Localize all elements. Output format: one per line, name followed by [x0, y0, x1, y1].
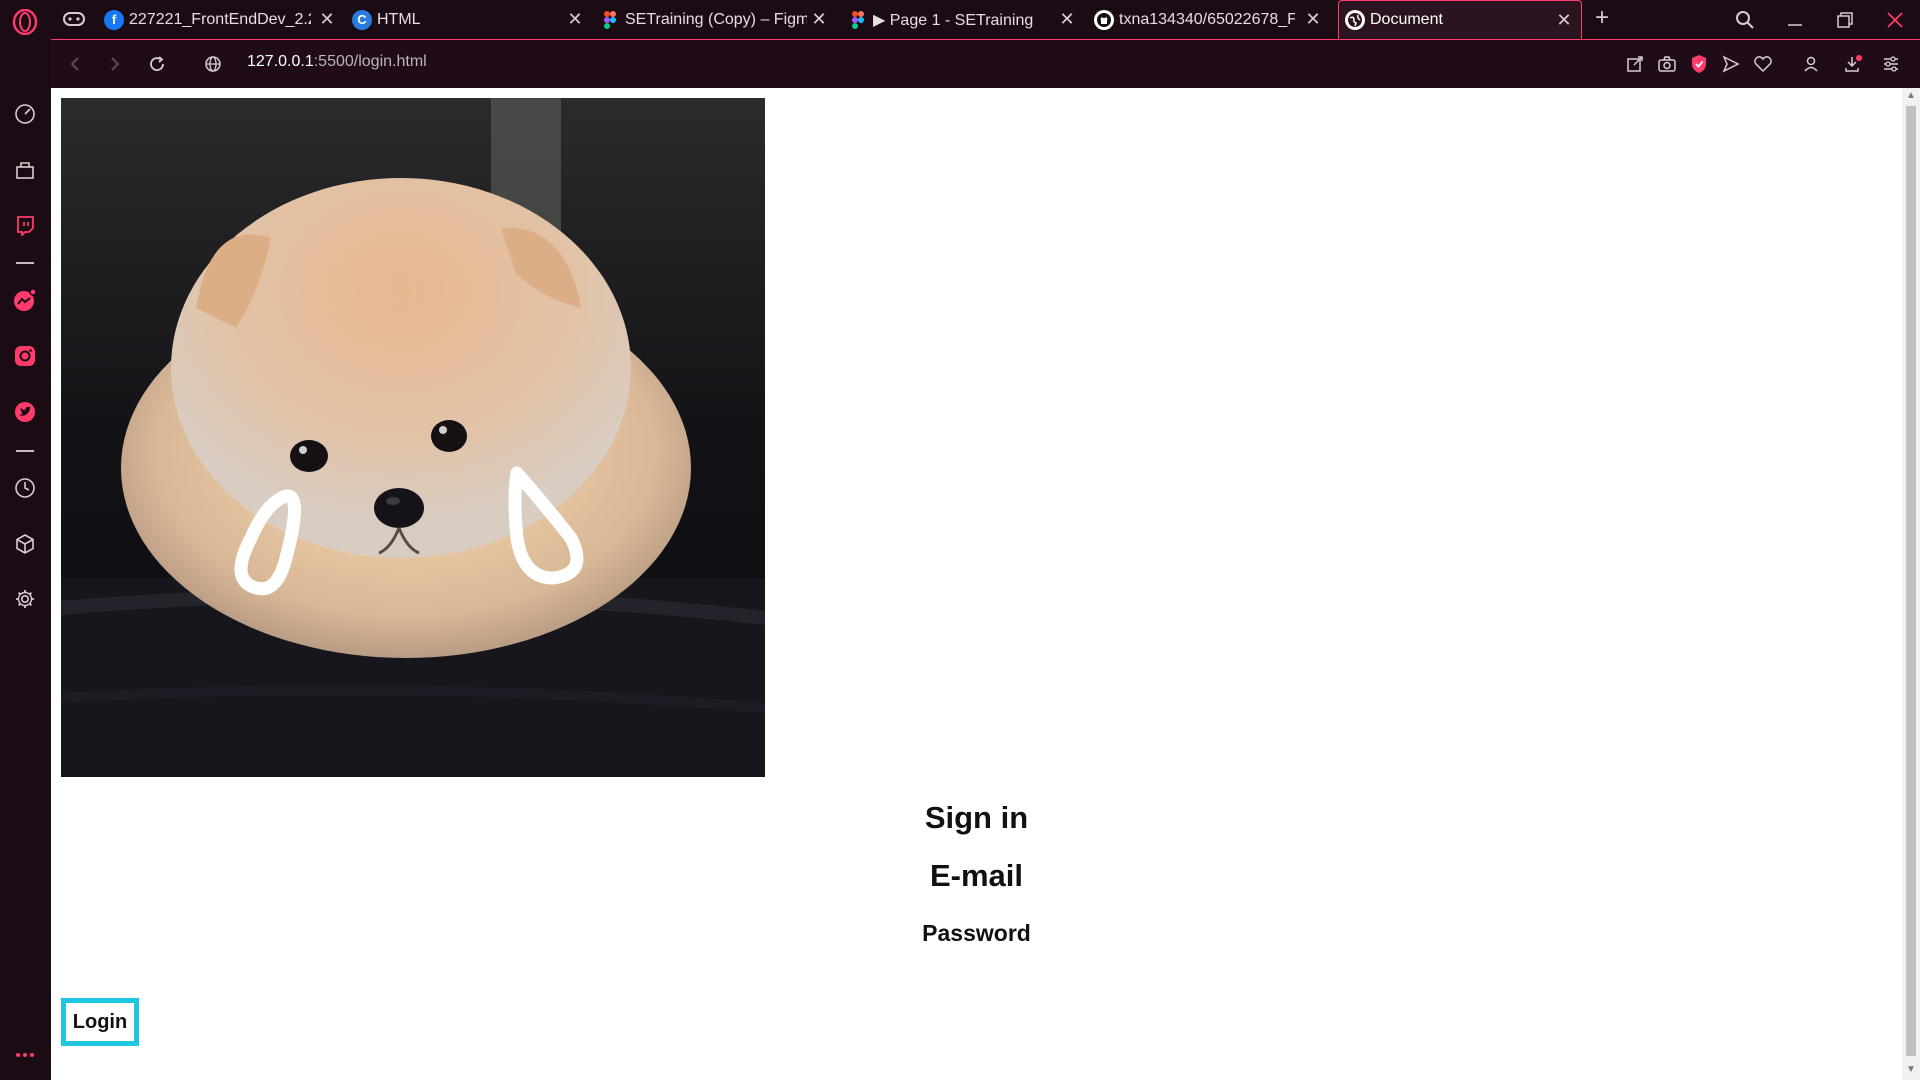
new-tab-icon[interactable]: + [1588, 4, 1616, 32]
sidebar-divider [16, 450, 34, 452]
easy-setup-menu-icon[interactable] [1879, 52, 1903, 76]
tab-title: 227221_FrontEndDev_2.25 [129, 10, 311, 28]
tab-figma-page[interactable]: ▶ Page 1 - SETraining (Cop ✕ [848, 0, 1084, 39]
restore-icon[interactable] [1828, 6, 1862, 34]
scroll-down-icon[interactable]: ▼ [1905, 1064, 1917, 1076]
scroll-up-icon[interactable]: ▲ [1905, 90, 1917, 102]
tab-title: Document [1370, 11, 1443, 28]
url-host: 127.0.0.1 [247, 53, 314, 70]
close-tab-icon[interactable]: ✕ [318, 10, 336, 28]
messenger-icon[interactable] [12, 288, 38, 314]
figma-icon [600, 10, 620, 30]
send-icon[interactable] [1719, 52, 1743, 76]
extensions-cube-icon[interactable] [12, 531, 38, 557]
back-icon[interactable] [63, 52, 87, 76]
gx-corner-icon[interactable] [12, 157, 38, 183]
snapshot-icon[interactable] [1655, 52, 1679, 76]
vpn-shield-icon[interactable] [1687, 52, 1711, 76]
easy-setup-icon[interactable] [1623, 52, 1647, 76]
tab-github[interactable]: txna134340/65022678_FN_ ✕ [1094, 0, 1330, 39]
reload-icon[interactable] [145, 52, 169, 76]
tab-facebook[interactable]: f 227221_FrontEndDev_2.25 ✕ [104, 0, 344, 39]
close-tab-icon[interactable]: ✕ [1058, 10, 1076, 28]
html-course-icon: C [352, 9, 372, 30]
minimize-icon[interactable] [1778, 6, 1812, 34]
address-bar: 127.0.0.1:5500/login.html [51, 39, 1920, 88]
more-icon[interactable] [12, 1042, 38, 1068]
close-window-icon[interactable] [1878, 6, 1912, 34]
password-heading: Password [922, 920, 1031, 946]
tab-title: txna134340/65022678_FN_ [1119, 10, 1295, 28]
sidebar [0, 39, 51, 1080]
globe-icon [1345, 10, 1365, 30]
tab-strip: f 227221_FrontEndDev_2.25 ✕ C HTML ✕ SET… [0, 0, 1920, 39]
heart-icon[interactable] [1751, 52, 1775, 76]
tab-title: ▶ Page 1 - SETraining (Cop [873, 11, 1035, 29]
close-tab-icon[interactable]: ✕ [1304, 10, 1322, 28]
sidebar-divider [16, 262, 34, 264]
instagram-icon[interactable] [12, 343, 38, 369]
email-heading: E-mail [929, 858, 1024, 893]
tab-title: SETraining (Copy) – Figma [625, 10, 807, 28]
forward-icon[interactable] [103, 52, 127, 76]
speed-dial-icon[interactable] [12, 101, 38, 127]
scrollbar-thumb[interactable] [1906, 106, 1916, 1056]
puppy-image [61, 98, 765, 777]
close-tab-icon[interactable]: ✕ [566, 10, 584, 28]
signin-heading: Sign in [924, 800, 1029, 835]
tab-document[interactable]: Document ✕ [1338, 0, 1582, 39]
history-icon[interactable] [12, 475, 38, 501]
downloads-icon[interactable] [1841, 52, 1865, 76]
close-tab-icon[interactable]: ✕ [810, 10, 828, 28]
settings-gear-icon[interactable] [12, 586, 38, 612]
tab-title: HTML [377, 10, 421, 28]
opera-menu-icon[interactable] [10, 7, 39, 36]
url-path: :5500/login.html [313, 53, 427, 70]
github-icon [1094, 9, 1114, 30]
login-button[interactable]: Login [61, 998, 139, 1046]
twitter-icon[interactable] [12, 399, 38, 425]
url-field[interactable]: 127.0.0.1:5500/login.html [247, 53, 427, 71]
tab-html[interactable]: C HTML ✕ [352, 0, 592, 39]
tab-figma-copy[interactable]: SETraining (Copy) – Figma ✕ [600, 0, 836, 39]
gx-control-icon[interactable] [62, 8, 86, 30]
site-info-icon[interactable] [201, 52, 225, 76]
page-viewport: Sign in E-mail Password Login [51, 88, 1902, 1080]
figma-icon [848, 10, 868, 30]
close-tab-icon[interactable]: ✕ [1555, 11, 1573, 29]
profile-icon[interactable] [1799, 52, 1823, 76]
search-tabs-icon[interactable] [1728, 6, 1762, 34]
twitch-icon[interactable] [12, 212, 38, 238]
facebook-icon: f [104, 9, 124, 30]
page-scrollbar[interactable]: ▲ ▼ [1902, 88, 1920, 1080]
